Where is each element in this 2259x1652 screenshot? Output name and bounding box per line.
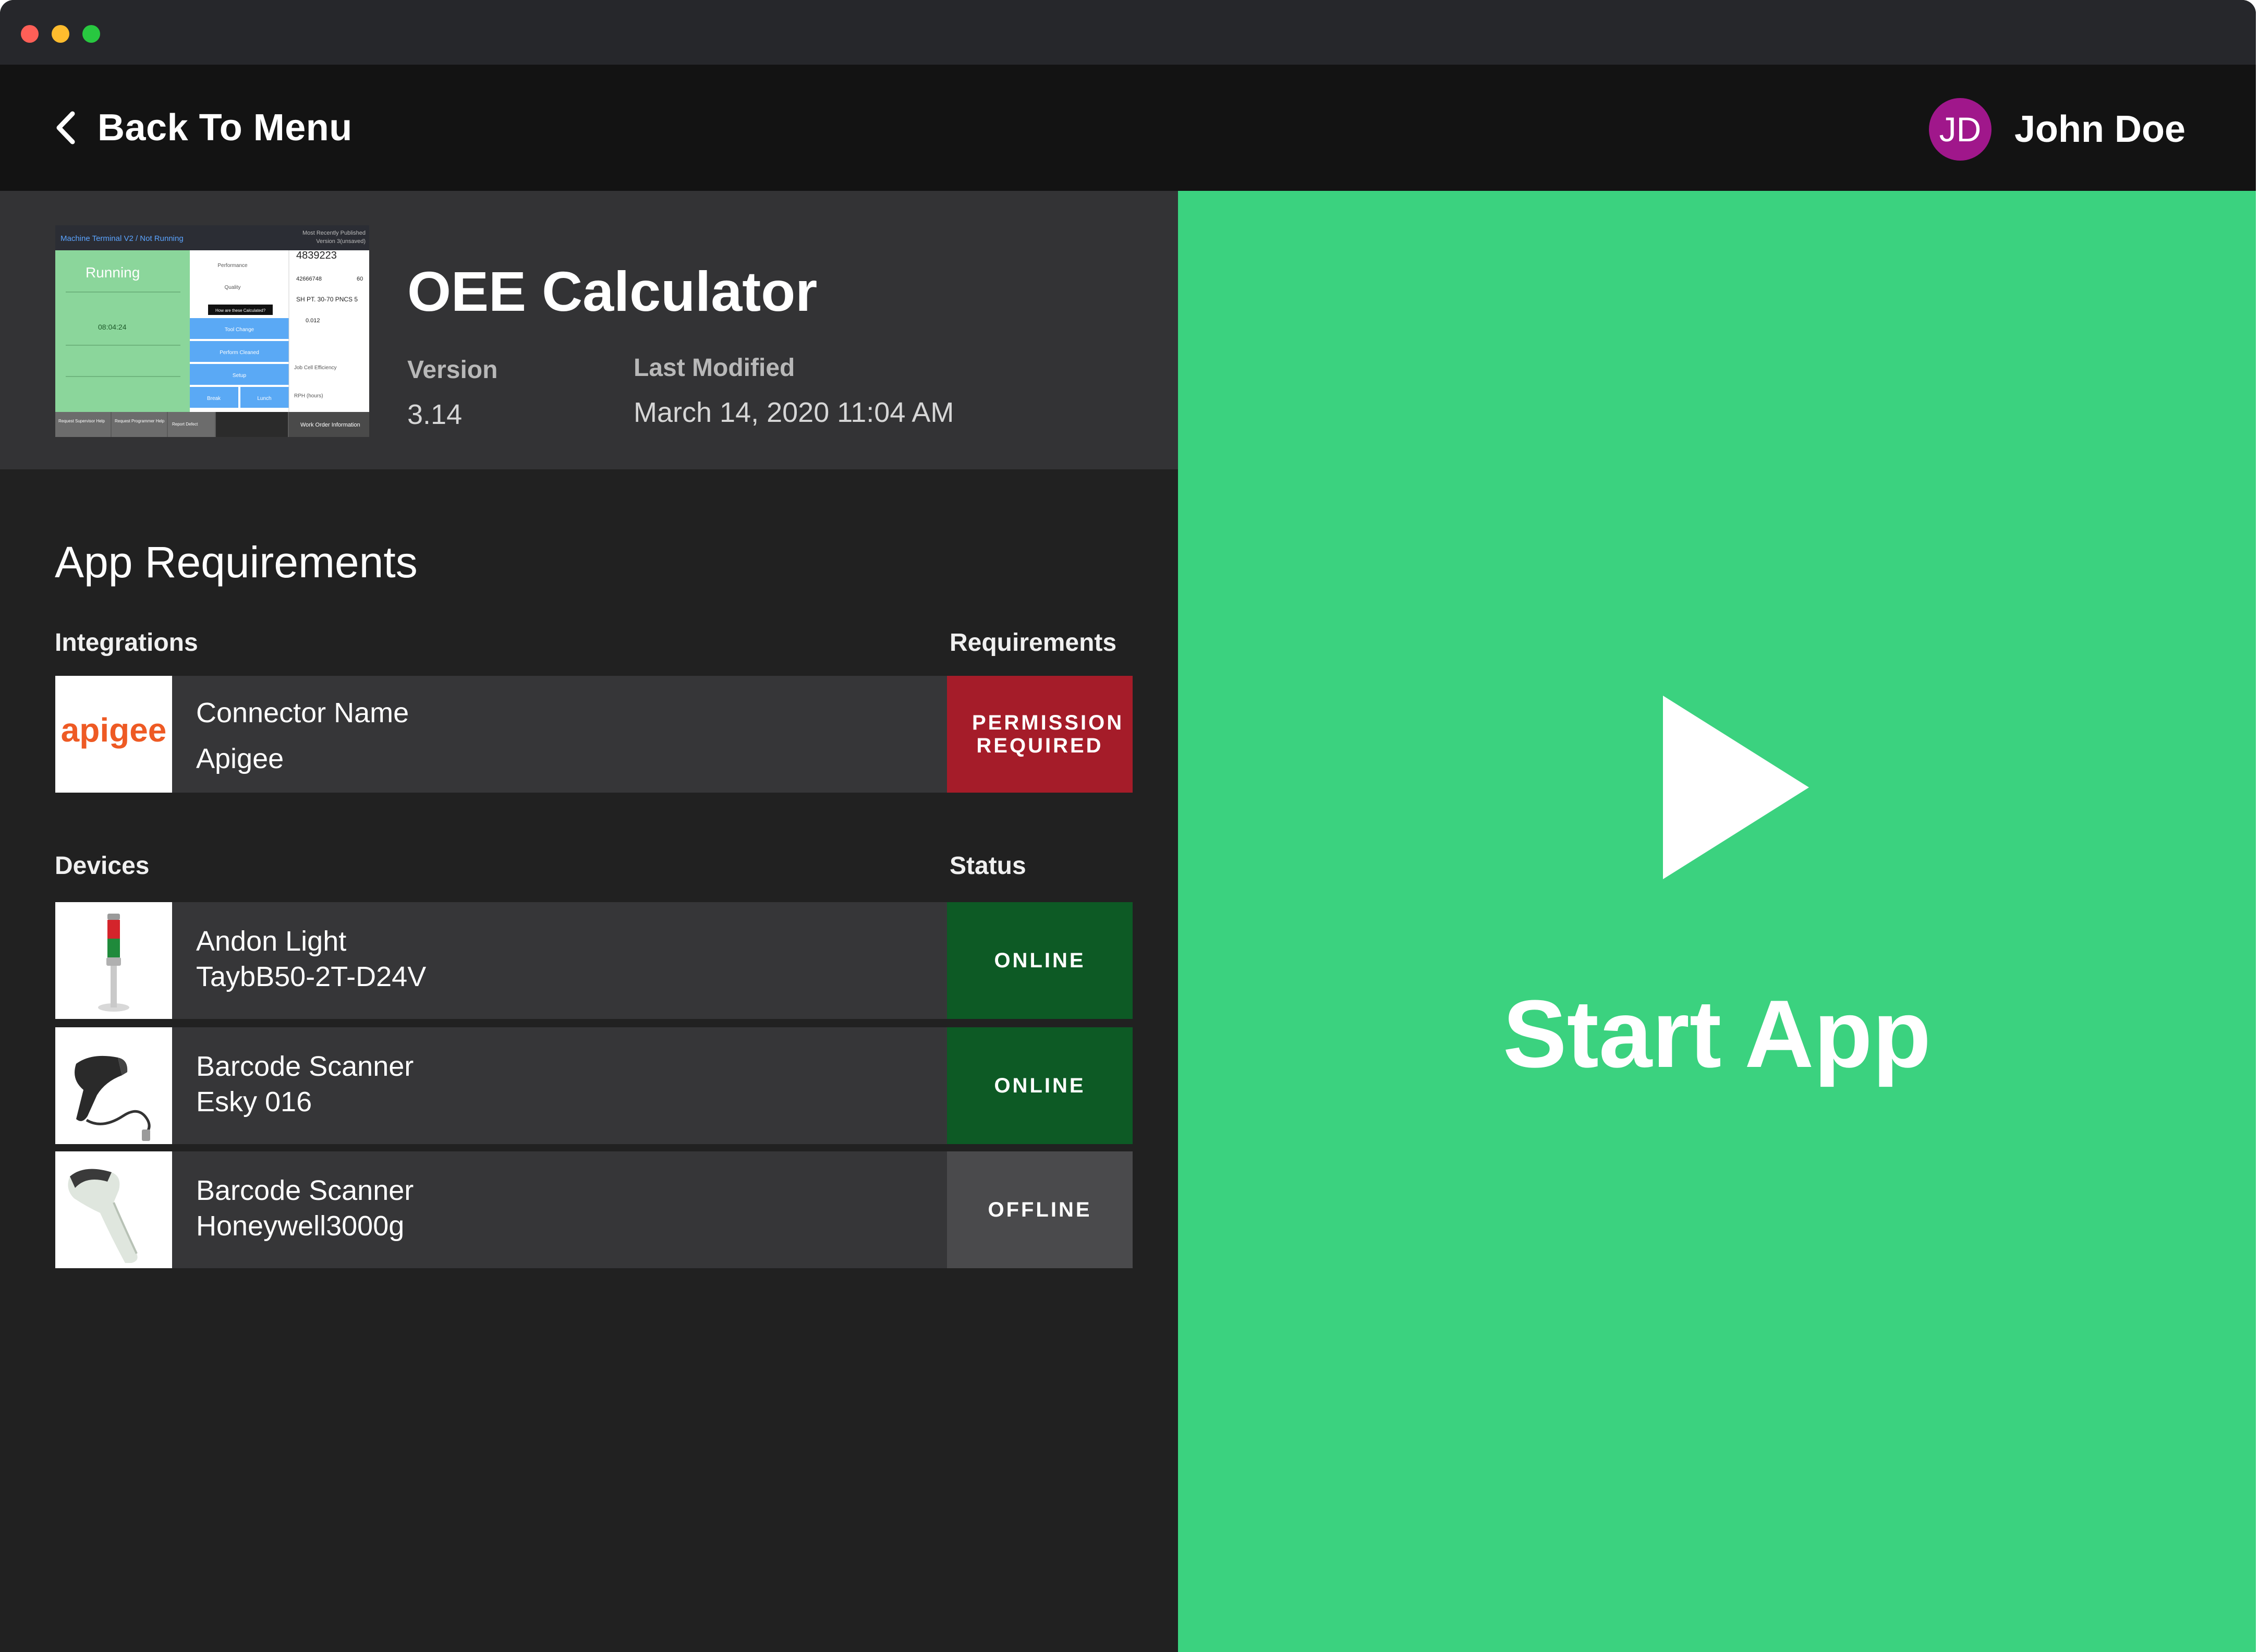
top-header: Back To Menu JD John Doe	[0, 65, 2256, 191]
barcode-scanner-image	[55, 1151, 172, 1268]
thumb-highlight-button: How are these Calculated?	[215, 308, 266, 313]
devices-header: Devices	[55, 852, 150, 880]
apigee-logo: apigee	[55, 676, 172, 793]
window-maximize-button[interactable]	[82, 25, 100, 43]
online-status-badge: ONLINE	[947, 1027, 1133, 1144]
permission-required-label: PERMISSION REQUIRED	[972, 711, 1124, 757]
device-row-andon-light[interactable]: Andon Light TaybB50-2T-D24V ONLINE	[55, 902, 1133, 1019]
requirements-header: Requirements	[950, 629, 1117, 657]
version-value: 3.14	[407, 399, 463, 430]
app-title: OEE Calculator	[407, 260, 818, 323]
barcode-scanner-icon	[55, 1151, 172, 1268]
thumb-footer-4: Work Order Information	[300, 422, 360, 428]
integration-name: Apigee	[196, 743, 284, 774]
device-type: Barcode Scanner	[196, 1175, 414, 1206]
avatar: JD	[1928, 98, 1991, 161]
thumb-blue-button-1: Tool Change	[225, 327, 254, 333]
integration-row-apigee[interactable]: apigee Connector Name Apigee PERMISSION …	[55, 676, 1133, 793]
thumb-breadcrumb: Machine Terminal V2 / Not Running	[60, 234, 184, 243]
apigee-logo-icon: apigee	[55, 676, 172, 793]
thumb-footer-2: Request Programmer Help	[115, 419, 165, 423]
last-modified-value: March 14, 2020 11:04 AM	[634, 397, 954, 428]
thumb-part-number: 42666748	[296, 276, 322, 282]
device-type: Andon Light	[196, 926, 347, 957]
status-label: ONLINE	[994, 1074, 1086, 1097]
device-model: Esky 016	[196, 1086, 312, 1117]
thumb-rate-label: RPH (hours)	[294, 393, 323, 399]
app-requirements-title: App Requirements	[55, 538, 418, 587]
thumb-job-number: 4839223	[296, 250, 337, 261]
start-app-button[interactable]: Start App	[1178, 191, 2256, 1652]
last-modified-label: Last Modified	[634, 354, 795, 382]
thumb-quantity: 60	[357, 276, 363, 282]
barcode-scanner-image	[55, 1027, 172, 1144]
device-row-barcode-scanner-honeywell[interactable]: Barcode Scanner Honeywell3000g OFFLINE	[55, 1151, 1133, 1268]
start-app-label: Start App	[1502, 980, 1932, 1087]
thumb-metric-2: Quality	[224, 285, 240, 290]
device-model: Honeywell3000g	[196, 1210, 405, 1242]
thumb-footer-3: Report Defect	[172, 422, 198, 427]
online-status-badge: ONLINE	[947, 902, 1133, 1019]
thumb-part-description: SH PT. 30-70 PNCS 5	[296, 296, 358, 303]
device-model: TaybB50-2T-D24V	[196, 961, 427, 992]
integration-type: Connector Name	[196, 697, 409, 728]
thumb-status: Running	[86, 264, 140, 281]
status-label: OFFLINE	[988, 1198, 1092, 1221]
offline-status-badge: OFFLINE	[947, 1151, 1133, 1268]
thumb-footer-1: Request Supervisor Help	[58, 419, 105, 423]
app-info-panel: Machine Terminal V2 / Not Running Most R…	[0, 191, 1178, 469]
device-row-barcode-scanner-esky[interactable]: Barcode Scanner Esky 016 ONLINE	[55, 1027, 1133, 1144]
andon-light-image	[55, 902, 172, 1019]
status-label: ONLINE	[994, 949, 1086, 972]
thumb-blue-button-3: Setup	[233, 373, 247, 379]
integrations-header: Integrations	[55, 629, 198, 657]
app-preview-image: Machine Terminal V2 / Not Running Most R…	[55, 225, 369, 437]
back-to-menu-button[interactable]: Back To Menu	[55, 106, 353, 149]
version-label: Version	[407, 356, 498, 384]
user-name: John Doe	[2014, 108, 2185, 150]
thumb-blue-button-5: Lunch	[257, 396, 271, 402]
user-profile[interactable]: JD John Doe	[1928, 98, 2185, 161]
thumb-metric-1: Performance	[217, 263, 248, 269]
andon-light-icon	[55, 902, 172, 1019]
barcode-scanner-icon	[55, 1027, 172, 1144]
play-icon	[1663, 696, 1809, 879]
permission-required-badge[interactable]: PERMISSION REQUIRED	[947, 676, 1133, 793]
apigee-logo-text: apigee	[61, 711, 167, 749]
window-titlebar	[0, 0, 2256, 65]
app-thumbnail: Machine Terminal V2 / Not Running Most R…	[55, 225, 369, 437]
thumb-corner-text: Most Recently Published	[302, 230, 366, 236]
thumb-corner-text-2: Version 3(unsaved)	[316, 238, 366, 245]
back-to-menu-label: Back To Menu	[98, 107, 353, 149]
status-header: Status	[950, 852, 1026, 880]
app-window: Back To Menu JD John Doe Machine Termina…	[0, 0, 2256, 1652]
thumb-timer: 08:04:24	[98, 323, 127, 331]
thumb-blue-button-2: Perform Cleaned	[220, 350, 259, 356]
thumb-cycle-time: 0.012	[306, 318, 320, 324]
thumb-efficiency-label: Job Cell Efficiency	[294, 365, 337, 371]
thumb-blue-button-4: Break	[207, 396, 221, 402]
chevron-left-icon	[56, 111, 75, 144]
window-minimize-button[interactable]	[52, 25, 69, 43]
window-close-button[interactable]	[21, 25, 39, 43]
device-type: Barcode Scanner	[196, 1051, 414, 1082]
